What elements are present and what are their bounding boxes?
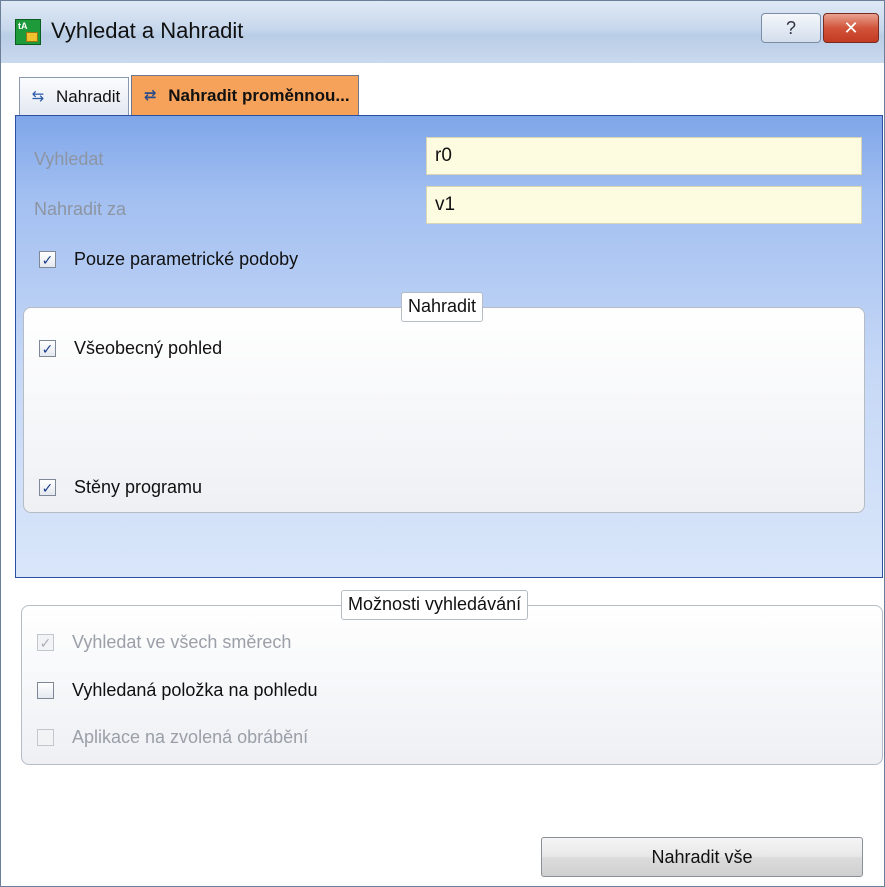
program-faces-checkbox[interactable]: ✓ <box>39 479 56 496</box>
replace-group-title: Nahradit <box>401 292 484 322</box>
tab-replace[interactable]: ⇆ Nahradit <box>19 77 130 115</box>
window-title: Vyhledat a Nahradit <box>51 18 244 43</box>
search-input[interactable] <box>426 137 862 175</box>
parametric-only-checkbox[interactable]: ✓ <box>39 251 56 268</box>
tab-strip: ⇆ Nahradit ⇄ Nahradit proměnnou... <box>19 75 361 115</box>
replace-all-label: Nahradit vše <box>651 846 753 867</box>
replace-with-input[interactable] <box>426 186 862 224</box>
tab-label: Nahradit proměnnou... <box>168 85 350 105</box>
replace-arrows-icon: ⇆ <box>31 87 45 105</box>
all-directions-checkbox[interactable]: ✓ <box>37 634 54 651</box>
general-view-label: Všeobecný pohled <box>74 338 223 358</box>
parametric-only-label: Pouze parametrické podoby <box>74 249 299 269</box>
general-view-checkbox[interactable]: ✓ <box>39 340 56 357</box>
app-icon: tA <box>15 19 41 45</box>
help-icon: ? <box>785 17 796 38</box>
found-item-in-view-label: Vyhledaná položka na pohledu <box>72 680 318 700</box>
apply-selected-label: Aplikace na zvolená obrábění <box>72 727 309 747</box>
dialog-window: tA Vyhledat a Nahradit ? ✕ ⇆ Nahradit ⇄ … <box>0 0 885 887</box>
close-button[interactable]: ✕ <box>823 13 879 43</box>
replace-with-label: Nahradit za <box>34 199 127 219</box>
search-options-title: Možnosti vyhledávání <box>341 590 529 620</box>
tab-label: Nahradit <box>56 86 121 106</box>
help-button[interactable]: ? <box>761 13 821 43</box>
search-label: Vyhledat <box>34 149 104 169</box>
close-icon: ✕ <box>843 17 859 38</box>
found-item-in-view-checkbox[interactable] <box>37 682 54 699</box>
tab-replace-variable[interactable]: ⇄ Nahradit proměnnou... <box>131 75 359 115</box>
replace-variable-icon: ⇄ <box>143 86 157 104</box>
apply-selected-checkbox[interactable] <box>37 729 54 746</box>
title-bar[interactable]: tA Vyhledat a Nahradit ? ✕ <box>1 1 884 63</box>
all-directions-label: Vyhledat ve všech směrech <box>72 632 292 652</box>
replace-all-button[interactable]: Nahradit vše <box>541 837 863 877</box>
program-faces-label: Stěny programu <box>74 477 203 497</box>
